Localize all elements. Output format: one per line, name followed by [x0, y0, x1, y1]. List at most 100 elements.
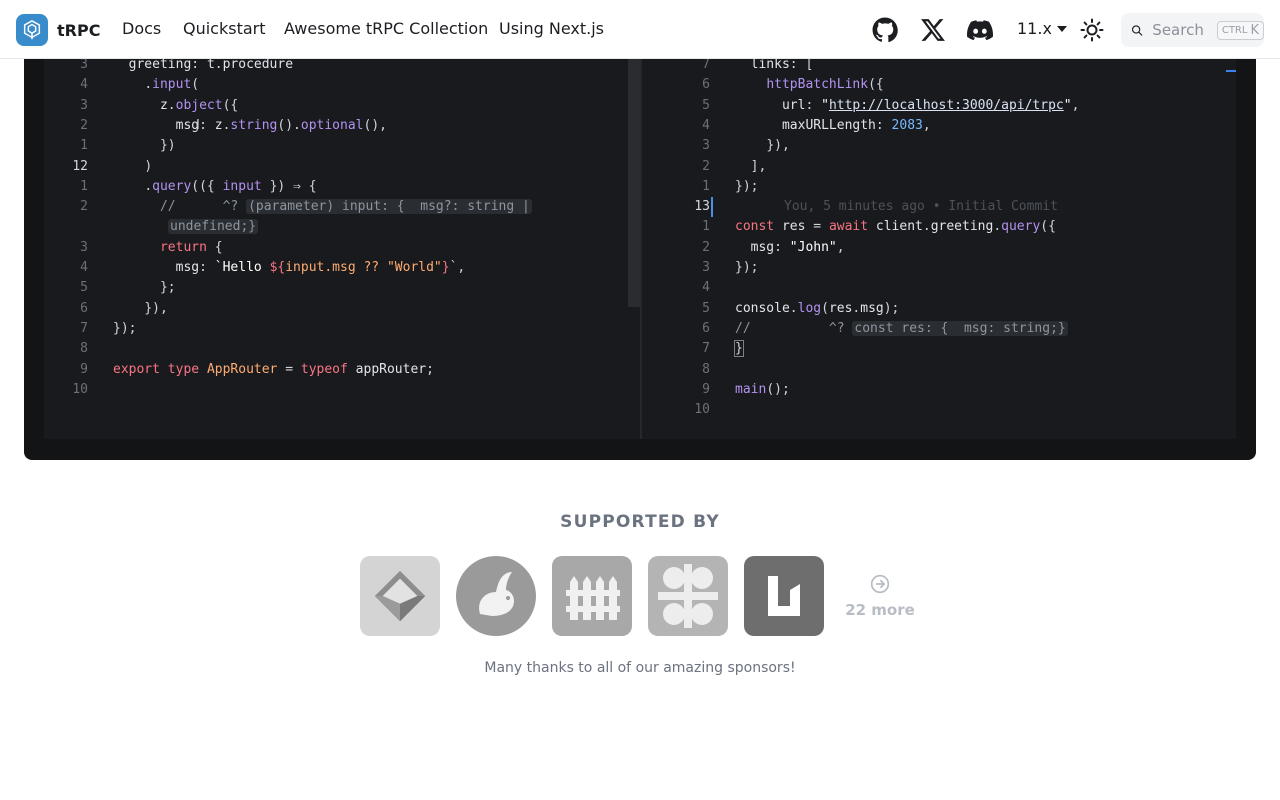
line-number: 7 [80, 320, 88, 336]
code-line[interactable]: 3 greeting: t.procedure [44, 59, 640, 75]
code-text: links: [ [750, 59, 814, 72]
client-code-editor[interactable]: 7 links: [6 httpBatchLink({5 url: "http:… [642, 59, 1236, 439]
code-line[interactable]: 10 [642, 400, 1236, 420]
code-line[interactable]: 7 links: [ [642, 59, 1236, 75]
code-text: return { [159, 239, 223, 255]
code-text: ], [750, 158, 767, 174]
code-line[interactable]: 4 msg: `Hello ${input.msg ?? "World"}`, [44, 258, 640, 278]
type-hint-continued: undefined;} [168, 219, 259, 235]
line-number: 10 [72, 381, 88, 397]
code-line[interactable]: 7} [642, 339, 1236, 359]
code-line[interactable]: 3 }), [642, 136, 1236, 156]
code-line[interactable]: 3}); [642, 258, 1236, 278]
line-number: 5 [702, 300, 710, 316]
code-text: greeting: t.procedure [128, 59, 294, 72]
code-line[interactable]: 13 You, 5 minutes ago • Initial Commit [642, 197, 1236, 217]
sponsor-fence-logo[interactable] [552, 556, 632, 636]
sponsor-u-logo[interactable] [744, 556, 824, 636]
line-number: 1 [702, 219, 710, 235]
line-number: 12 [72, 158, 88, 174]
github-icon[interactable] [872, 17, 898, 43]
code-text: }); [735, 178, 759, 194]
code-line[interactable]: 5 }; [44, 278, 640, 298]
code-line[interactable]: 2 msg: "John", [642, 238, 1236, 258]
code-line[interactable]: 10 [44, 380, 640, 400]
code-text: ) [144, 158, 153, 174]
line-number: 1 [80, 138, 88, 154]
nav-link-using-nextjs[interactable]: Using Next.js [499, 19, 604, 38]
editor-scrollbar[interactable] [628, 59, 640, 307]
code-line[interactable]: 1}); [642, 177, 1236, 197]
line-number: 6 [702, 320, 710, 336]
code-line[interactable]: 2 ], [642, 157, 1236, 177]
code-line[interactable]: 9 main(); [642, 380, 1236, 400]
discord-icon[interactable] [967, 17, 993, 43]
server-code-editor[interactable]: 3 greeting: t.procedure 4 .input(3 z.obje… [44, 59, 640, 439]
code-text: z.object({ [159, 97, 239, 113]
code-line[interactable]: undefined;} [44, 217, 640, 237]
code-line[interactable]: 5 url: "http://localhost:3000/api/trpc", [642, 96, 1236, 116]
code-line[interactable]: 1 const res = await client.greeting.query… [642, 217, 1236, 237]
code-line[interactable]: 3 return { [44, 238, 640, 258]
code-line[interactable]: 6 }), [44, 299, 640, 319]
line-number: 1 [702, 178, 710, 194]
code-line[interactable]: 1 }) [44, 136, 640, 156]
line-number: 4 [702, 117, 710, 133]
line-number: 3 [80, 59, 88, 72]
code-text: // ^? (parameter) input: { msg?: string … [159, 199, 532, 215]
code-text: url: "http://localhost:3000/api/trpc", [781, 97, 1080, 113]
nav-link-awesome-collection[interactable]: Awesome tRPC Collection [284, 19, 488, 38]
line-number: 2 [80, 199, 88, 215]
code-text: }); [735, 260, 759, 275]
type-hint: const res: { msg: string;} [852, 320, 1068, 336]
code-line[interactable]: 9 export type AppRouter = typeof appRoute… [44, 360, 640, 380]
sponsor-circles-logo[interactable] [648, 556, 728, 636]
line-number: 7 [702, 59, 710, 72]
code-line[interactable]: 6 httpBatchLink({ [642, 75, 1236, 95]
line-number: 5 [702, 97, 710, 113]
nav-link-docs[interactable]: Docs [122, 19, 161, 38]
code-line[interactable]: 12 ) [44, 157, 640, 177]
code-line[interactable]: 8 [642, 360, 1236, 380]
more-sponsors-link[interactable]: 22 more [840, 574, 920, 619]
line-number: 1 [80, 178, 88, 194]
brand-home-link[interactable]: tRPC [16, 14, 100, 46]
brand-name: tRPC [57, 20, 101, 40]
line-number: 7 [702, 341, 710, 357]
sponsor-rabbit-logo[interactable] [456, 556, 536, 636]
code-line[interactable]: 4 maxURLLength: 2083, [642, 116, 1236, 136]
code-text: msg: z.string().optional(), [175, 117, 387, 133]
line-number: 9 [702, 381, 710, 397]
code-line[interactable]: 5 console.log(res.msg); [642, 299, 1236, 319]
code-line[interactable]: 2 msg: z.string().optional(), [44, 116, 640, 136]
code-text: console.log(res.msg); [735, 300, 900, 316]
code-line[interactable]: 6 // ^? const res: { msg: string;} [642, 319, 1236, 339]
code-text: }), [766, 138, 790, 154]
search-button[interactable]: Search CTRL K [1121, 13, 1264, 47]
code-line[interactable]: 4 .input( [44, 75, 640, 95]
code-line[interactable]: 4 [642, 278, 1236, 298]
sun-icon[interactable] [1080, 18, 1104, 42]
code-text: export type AppRouter = typeof appRouter… [113, 361, 434, 377]
x-twitter-icon[interactable] [920, 17, 946, 43]
kbd-k: K [1250, 22, 1259, 38]
code-text: msg: `Hello ${input.msg ?? "World"}`, [175, 260, 466, 275]
version-dropdown[interactable]: 11.x [1017, 19, 1067, 38]
code-line[interactable]: 3 z.object({ [44, 96, 640, 116]
line-number: 4 [702, 280, 710, 296]
code-text: .query(({ input }) ⇒ { [144, 178, 317, 194]
code-line[interactable]: 2 // ^? (parameter) input: { msg?: strin… [44, 197, 640, 217]
code-text: httpBatchLink({ [766, 77, 884, 93]
sponsors-thanks: Many thanks to all of our amazing sponso… [484, 660, 796, 676]
nav-link-quickstart[interactable]: Quickstart [183, 19, 266, 38]
code-line[interactable]: 7}); [44, 319, 640, 339]
sponsor-cube-logo[interactable] [360, 556, 440, 636]
text-cursor-icon: I [196, 118, 200, 133]
line-number: 8 [702, 361, 710, 377]
line-number: 3 [80, 97, 88, 113]
code-line[interactable]: 1 .query(({ input }) ⇒ { [44, 177, 640, 197]
scrollbar-marker [1226, 70, 1236, 72]
code-line[interactable]: 8 [44, 339, 640, 359]
line-number: 3 [80, 239, 88, 255]
git-blame-annotation: You, 5 minutes ago • Initial Commit [784, 199, 1058, 215]
